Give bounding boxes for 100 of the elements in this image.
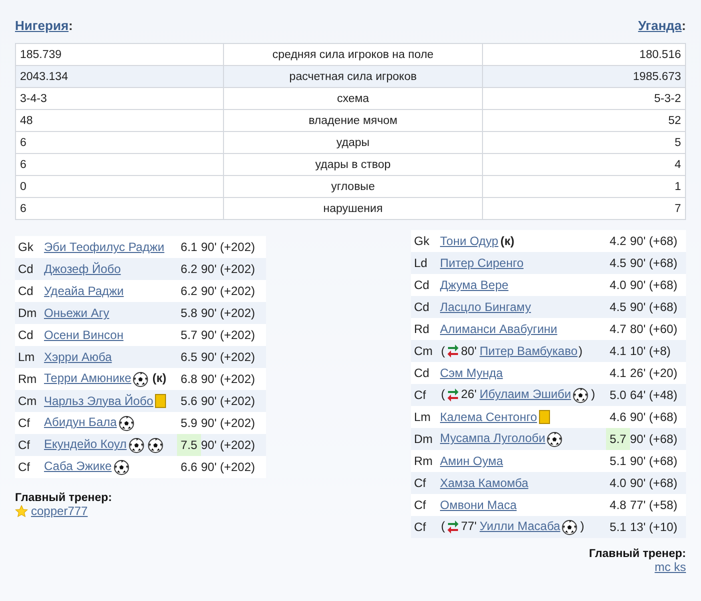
table-cell: 1 bbox=[482, 176, 686, 198]
minutes-played: 90' (+202) bbox=[201, 394, 255, 408]
player-link[interactable]: Уилли Масаба bbox=[480, 519, 560, 534]
team-link[interactable]: Уганда bbox=[638, 18, 682, 33]
player-link[interactable]: Абидун Бала bbox=[44, 415, 117, 430]
table-cell: 4 bbox=[482, 154, 686, 176]
position-label: Cd bbox=[414, 366, 430, 380]
position-label: Cf bbox=[18, 460, 30, 474]
table-cell: нарушения bbox=[224, 198, 482, 220]
team-heading: Уганда: bbox=[638, 18, 686, 35]
minutes-played: 90' (+202) bbox=[201, 350, 255, 364]
position-label: Cf bbox=[414, 520, 426, 534]
position-label: Gk bbox=[414, 234, 430, 248]
rating: 5.7 bbox=[606, 428, 630, 450]
position-label: Rm bbox=[414, 454, 433, 468]
coach-link[interactable]: copper777 bbox=[31, 504, 88, 518]
substitution-icon bbox=[447, 344, 459, 358]
table-cell: 6 bbox=[16, 132, 224, 154]
table-cell: владение мячом bbox=[224, 110, 482, 132]
minutes-played: 13' (+10) bbox=[630, 520, 678, 534]
rating: 5.1 bbox=[606, 450, 630, 472]
minutes-played: 90' (+202) bbox=[201, 284, 255, 298]
minutes-played: 90' (+68) bbox=[630, 234, 678, 248]
minutes-played: 90' (+68) bbox=[630, 432, 678, 446]
bracket: ) bbox=[578, 344, 583, 358]
player-link[interactable]: Алиманси Авабугини bbox=[440, 322, 558, 336]
position-label: Lm bbox=[18, 350, 35, 364]
minutes-played: 77' (+58) bbox=[630, 498, 678, 512]
player-link[interactable]: Удеайа Раджи bbox=[44, 284, 124, 298]
position-label: Rd bbox=[414, 322, 430, 336]
table-cell: 5 bbox=[482, 132, 686, 154]
player-link[interactable]: Тони Одур bbox=[440, 234, 498, 248]
table-cell: удары bbox=[224, 132, 482, 154]
table-cell: угловые bbox=[224, 176, 482, 198]
player-link[interactable]: Сэм Мунда bbox=[440, 366, 503, 380]
minutes-played: 10' (+8) bbox=[630, 344, 671, 358]
position-label: Cf bbox=[414, 388, 426, 402]
minutes-played: 90' (+202) bbox=[201, 416, 255, 430]
bracket: ( bbox=[441, 387, 445, 402]
position-label: Cf bbox=[414, 498, 426, 512]
rating: 5.0 bbox=[606, 384, 630, 406]
player-link[interactable]: Эби Теофилус Раджи bbox=[44, 240, 164, 254]
minutes-played: 90' (+202) bbox=[201, 460, 255, 474]
rating: 6.5 bbox=[177, 346, 201, 368]
table-cell: 5-3-2 bbox=[482, 88, 686, 110]
position-label: Rm bbox=[18, 372, 37, 386]
table-cell: 48 bbox=[16, 110, 224, 132]
minutes-played: 90' (+202) bbox=[201, 306, 255, 320]
rating: 6.2 bbox=[177, 280, 201, 302]
position-label: Lm bbox=[414, 410, 431, 424]
position-label: Cd bbox=[414, 300, 430, 314]
rating: 4.0 bbox=[606, 472, 630, 494]
rating: 5.8 bbox=[177, 302, 201, 324]
coach-link[interactable]: mc ks bbox=[654, 560, 686, 574]
captain-mark: (к) bbox=[152, 371, 166, 386]
rating: 7.5 bbox=[177, 434, 201, 456]
sub-minute: 26' bbox=[461, 387, 477, 402]
position-label: Dm bbox=[414, 432, 433, 446]
table-cell: расчетная сила игроков bbox=[224, 66, 482, 88]
rating: 6.2 bbox=[177, 258, 201, 280]
position-label: Cd bbox=[414, 278, 430, 292]
minutes-played: 90' (+202) bbox=[201, 262, 255, 276]
player-link[interactable]: Ибулаим Эшиби bbox=[480, 387, 572, 402]
player-link[interactable]: Джума Вере bbox=[440, 278, 508, 292]
player-link[interactable]: Осени Винсон bbox=[44, 328, 124, 342]
position-label: Cd bbox=[18, 284, 34, 298]
position-label: Cf bbox=[414, 476, 426, 490]
player-link[interactable]: Питер Вамбукаво bbox=[480, 344, 578, 358]
player-link[interactable]: Омвони Маса bbox=[440, 498, 517, 512]
table-cell: удары в створ bbox=[224, 154, 482, 176]
substitution-icon bbox=[447, 520, 459, 534]
player-link[interactable]: Терри Амюнике bbox=[44, 371, 132, 386]
rating: 6.6 bbox=[177, 456, 201, 478]
minutes-played: 90' (+202) bbox=[201, 372, 255, 386]
rating: 4.6 bbox=[606, 406, 630, 428]
rating: 5.6 bbox=[177, 390, 201, 412]
minutes-played: 80' (+60) bbox=[630, 322, 678, 336]
player-link[interactable]: Амин Оума bbox=[440, 454, 504, 468]
position-label: Cd bbox=[18, 328, 34, 342]
rating: 4.2 bbox=[606, 230, 630, 252]
sub-minute: 80' bbox=[461, 344, 477, 358]
player-link[interactable]: Калема Сентонго bbox=[440, 410, 538, 424]
rating: 5.9 bbox=[177, 412, 201, 434]
table-cell: 185.739 bbox=[16, 44, 224, 66]
minutes-played: 64' (+48) bbox=[630, 388, 678, 402]
minutes-played: 90' (+68) bbox=[630, 278, 678, 292]
table-cell: 7 bbox=[482, 198, 686, 220]
minutes-played: 90' (+68) bbox=[630, 300, 678, 314]
rating: 4.5 bbox=[606, 296, 630, 318]
table-cell: 0 bbox=[16, 176, 224, 198]
minutes-played: 90' (+68) bbox=[630, 410, 678, 424]
rating: 6.1 bbox=[177, 236, 201, 258]
minutes-played: 90' (+202) bbox=[201, 328, 255, 342]
team-link[interactable]: Нигерия bbox=[15, 18, 69, 33]
team-heading: Нигерия: bbox=[15, 18, 73, 35]
minutes-played: 26' (+20) bbox=[630, 366, 678, 380]
position-label: Cm bbox=[18, 394, 37, 408]
position-label: Dm bbox=[18, 306, 37, 320]
player-link[interactable]: Саба Эжике bbox=[44, 459, 112, 474]
minutes-played: 90' (+68) bbox=[630, 454, 678, 468]
